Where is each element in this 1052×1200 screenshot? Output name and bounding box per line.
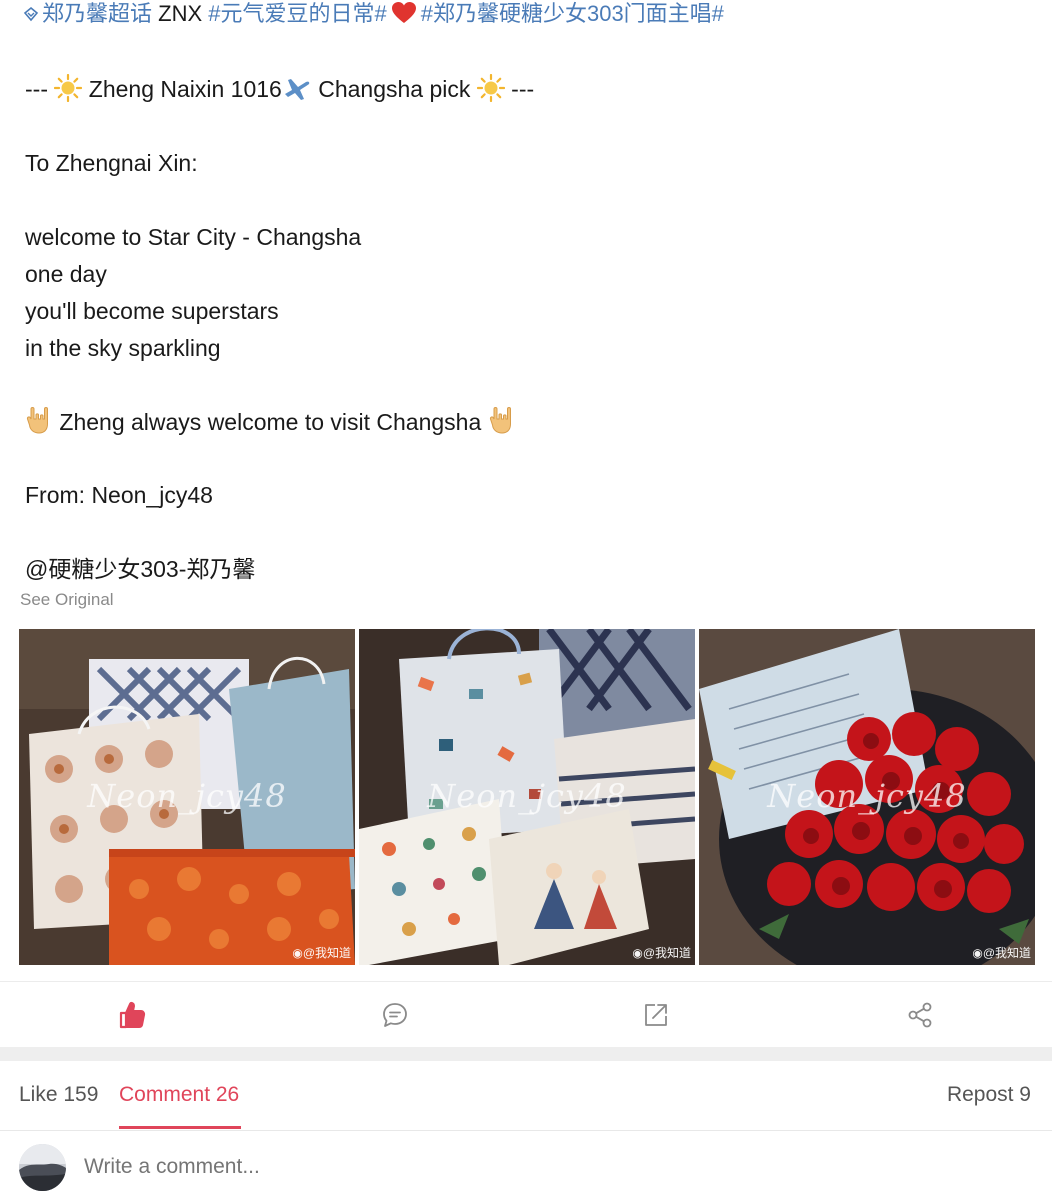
mention-link[interactable]: @硬糖少女303-郑乃馨 <box>25 554 255 584</box>
poem-line-1: welcome to Star City - Changsha <box>25 224 362 250</box>
from-line: From: Neon_jcy48 <box>25 482 213 508</box>
weibo-logo-icon: ◉ <box>292 946 303 960</box>
engagement-tabs: Like 159 Comment 26 Repost 9 <box>0 1061 1052 1131</box>
poem-line-2: one day <box>25 261 107 287</box>
super-topic-link[interactable]: 郑乃馨超话 <box>42 1 152 26</box>
super-topic-diamond-icon <box>23 6 39 22</box>
photo-3[interactable]: Neon_jcy48 ◉@我知道 <box>699 629 1035 965</box>
plain-tag: ZNX <box>152 1 209 26</box>
rock-hand-icon-2 <box>489 407 511 434</box>
photo-2[interactable]: Neon_jcy48 ◉@我知道 <box>359 629 695 965</box>
photo-1[interactable]: Neon_jcy48 ◉@我知道 <box>19 629 355 965</box>
airplane-icon <box>284 79 310 100</box>
photo-2-watermark: Neon_jcy48 <box>427 777 627 815</box>
sun-icon <box>54 74 83 102</box>
greeting-line: To Zhengnai Xin: <box>25 150 198 176</box>
topic-line: 郑乃馨超话 ZNX #元气爱豆的日常# #郑乃馨硬糖少女303门面主唱# <box>22 0 1042 28</box>
weibo-logo-icon: ◉ <box>632 946 643 960</box>
poem-line-4: in the sky sparkling <box>25 335 221 361</box>
comment-bubble-icon[interactable] <box>380 1000 410 1030</box>
share-out-icon[interactable] <box>641 1000 671 1030</box>
photo-2-credit: ◉@我知道 <box>632 946 691 960</box>
photo-1-credit: ◉@我知道 <box>292 946 351 960</box>
comment-composer <box>0 1131 1052 1200</box>
sun-icon-2 <box>476 74 505 102</box>
photo-3-credit: ◉@我知道 <box>972 946 1031 960</box>
photo-3-watermark: Neon_jcy48 <box>767 777 967 815</box>
share-nodes-icon[interactable] <box>905 1000 935 1030</box>
tab-reposts[interactable]: Repost 9 <box>947 1083 1031 1107</box>
see-original-link[interactable]: See Original <box>20 590 114 610</box>
weibo-post-page: 郑乃馨超话 ZNX #元气爱豆的日常# #郑乃馨硬糖少女303门面主唱# ---… <box>0 0 1052 1200</box>
section-divider <box>0 1047 1052 1061</box>
red-heart-icon <box>391 2 416 23</box>
weibo-logo-icon: ◉ <box>972 946 983 960</box>
hashtag-link-1[interactable]: #元气爱豆的日常# <box>208 1 386 26</box>
hashtag-link-2[interactable]: #郑乃馨硬糖少女303门面主唱# <box>421 1 724 26</box>
poem-line-3: you'll become superstars <box>25 298 279 324</box>
welcome-line: Zheng always welcome to visit Changsha <box>25 405 516 437</box>
avatar[interactable] <box>19 1144 66 1191</box>
thumbs-up-icon[interactable] <box>117 1000 147 1030</box>
active-tab-underline <box>119 1126 241 1129</box>
post-action-bar <box>0 981 1052 1047</box>
post-header-line: --- Zheng Naixin 1016 Changsha pick --- <box>25 74 535 102</box>
tab-comments[interactable]: Comment 26 <box>119 1083 239 1107</box>
rock-hand-icon <box>26 407 48 434</box>
comment-input[interactable] <box>84 1155 884 1179</box>
tab-likes[interactable]: Like 159 <box>19 1083 98 1107</box>
photo-1-watermark: Neon_jcy48 <box>87 777 287 815</box>
